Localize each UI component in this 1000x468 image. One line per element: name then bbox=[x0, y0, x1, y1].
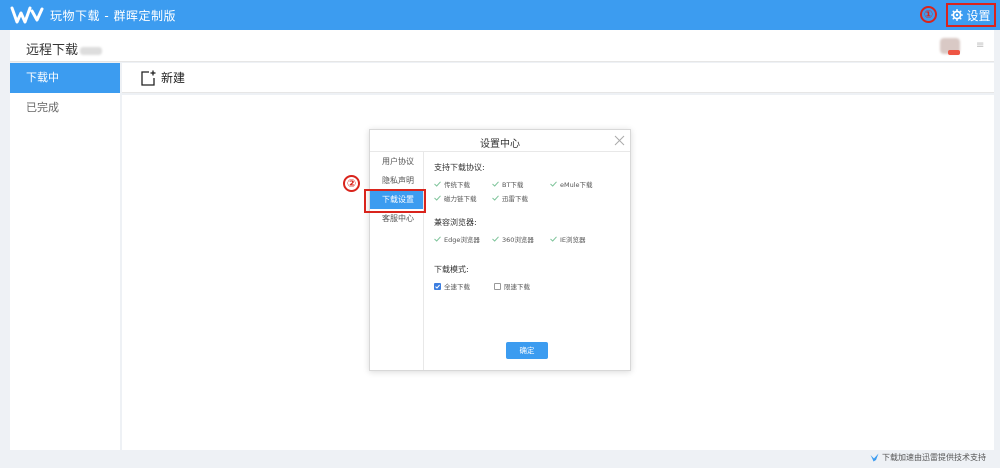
toolbar: 新建 bbox=[122, 63, 994, 93]
check-icon bbox=[492, 236, 499, 242]
settings-dialog: 设置中心 用户协议 隐私声明 下载设置 客服中心 支持下载协议: 传统下载 BT… bbox=[364, 129, 631, 371]
check-icon bbox=[492, 181, 499, 187]
browsers-list: Edge浏览器 360浏览器 IE浏览器 bbox=[434, 234, 624, 244]
thunder-bird-icon bbox=[870, 453, 879, 462]
browser-label: 360浏览器 bbox=[502, 236, 534, 244]
protocol-label: 迅雷下载 bbox=[502, 195, 528, 203]
gear-icon bbox=[951, 9, 964, 21]
full-speed-option[interactable]: 全速下载 bbox=[434, 281, 470, 291]
app-logo-icon bbox=[10, 6, 44, 24]
page-header: 远程下载 ≡ bbox=[10, 30, 994, 62]
sidebar-item-completed[interactable]: 已完成 bbox=[10, 93, 120, 123]
limited-speed-label: 限速下载 bbox=[504, 283, 530, 291]
full-speed-label: 全速下载 bbox=[444, 283, 470, 291]
tab-privacy-statement[interactable]: 隐私声明 bbox=[370, 171, 423, 190]
app-title: 玩物下载 - 群晖定制版 bbox=[50, 9, 176, 23]
dialog-title: 设置中心 bbox=[480, 139, 520, 150]
new-task-label: 新建 bbox=[161, 71, 186, 85]
list-item: BT下载 bbox=[492, 179, 550, 189]
annotation-marker-2: ② bbox=[343, 175, 360, 192]
list-item: 迅雷下载 bbox=[492, 193, 550, 203]
list-item: 360浏览器 bbox=[492, 234, 550, 244]
tab-user-agreement[interactable]: 用户协议 bbox=[370, 152, 423, 171]
download-mode-options: 全速下载 限速下载 bbox=[434, 281, 624, 291]
list-item: eMule下载 bbox=[550, 179, 610, 189]
page-title: 远程下载 bbox=[26, 39, 103, 58]
list-item: 磁力链下载 bbox=[434, 193, 492, 203]
list-item: IE浏览器 bbox=[550, 234, 610, 244]
download-settings-panel: 支持下载协议: 传统下载 BT下载 eMule下载 磁力链下载 迅雷下载 兼容浏… bbox=[434, 162, 624, 291]
protocols-list: 传统下载 BT下载 eMule下载 磁力链下载 迅雷下载 bbox=[434, 179, 624, 203]
browser-label: IE浏览器 bbox=[560, 236, 586, 244]
confirm-button[interactable]: 确定 bbox=[506, 342, 548, 359]
limited-speed-option[interactable]: 限速下载 bbox=[494, 281, 530, 291]
browser-label: Edge浏览器 bbox=[444, 236, 480, 244]
sidebar: 下载中 已完成 bbox=[10, 63, 120, 450]
sidebar-item-downloading[interactable]: 下载中 bbox=[10, 63, 120, 93]
full-speed-checkbox[interactable] bbox=[434, 282, 441, 290]
menu-icon[interactable]: ≡ bbox=[976, 40, 984, 51]
check-icon bbox=[550, 181, 557, 187]
footer-text: 下载加速由迅雷提供技术支持 bbox=[870, 452, 986, 463]
check-icon bbox=[434, 181, 441, 187]
page-title-text: 远程下载 bbox=[26, 43, 79, 58]
check-icon bbox=[434, 195, 441, 201]
status-badge bbox=[948, 50, 960, 55]
check-icon bbox=[550, 236, 557, 242]
new-task-button[interactable]: 新建 bbox=[140, 69, 185, 86]
protocol-label: eMule下载 bbox=[560, 181, 593, 189]
dialog-nav: 用户协议 隐私声明 下载设置 客服中心 bbox=[364, 152, 426, 370]
list-item: Edge浏览器 bbox=[434, 234, 492, 244]
protocol-label: BT下载 bbox=[502, 181, 524, 189]
protocols-label: 支持下载协议: bbox=[434, 163, 485, 172]
check-icon bbox=[434, 236, 441, 242]
annotation-marker-1: ① bbox=[920, 6, 937, 23]
limited-speed-checkbox[interactable] bbox=[494, 282, 501, 290]
title-bar: 玩物下载 - 群晖定制版 bbox=[0, 0, 1000, 30]
new-task-icon bbox=[141, 70, 156, 86]
browsers-label: 兼容浏览器: bbox=[434, 218, 477, 227]
protocol-label: 传统下载 bbox=[444, 181, 470, 189]
check-icon bbox=[492, 195, 499, 201]
highlight-frame bbox=[364, 189, 426, 213]
checkmark-icon bbox=[435, 284, 440, 289]
close-icon[interactable] bbox=[614, 135, 625, 146]
list-item: 传统下载 bbox=[434, 179, 492, 189]
footer-label: 下载加速由迅雷提供技术支持 bbox=[882, 453, 986, 462]
dialog-header: 设置中心 bbox=[370, 130, 630, 152]
download-mode-label: 下载模式: bbox=[434, 265, 469, 274]
settings-button[interactable]: 设置 bbox=[946, 3, 996, 27]
footer: 下载加速由迅雷提供技术支持 bbox=[0, 450, 1000, 468]
settings-label: 设置 bbox=[966, 8, 991, 23]
blurred-device-name bbox=[80, 46, 103, 55]
protocol-label: 磁力链下载 bbox=[444, 195, 477, 203]
